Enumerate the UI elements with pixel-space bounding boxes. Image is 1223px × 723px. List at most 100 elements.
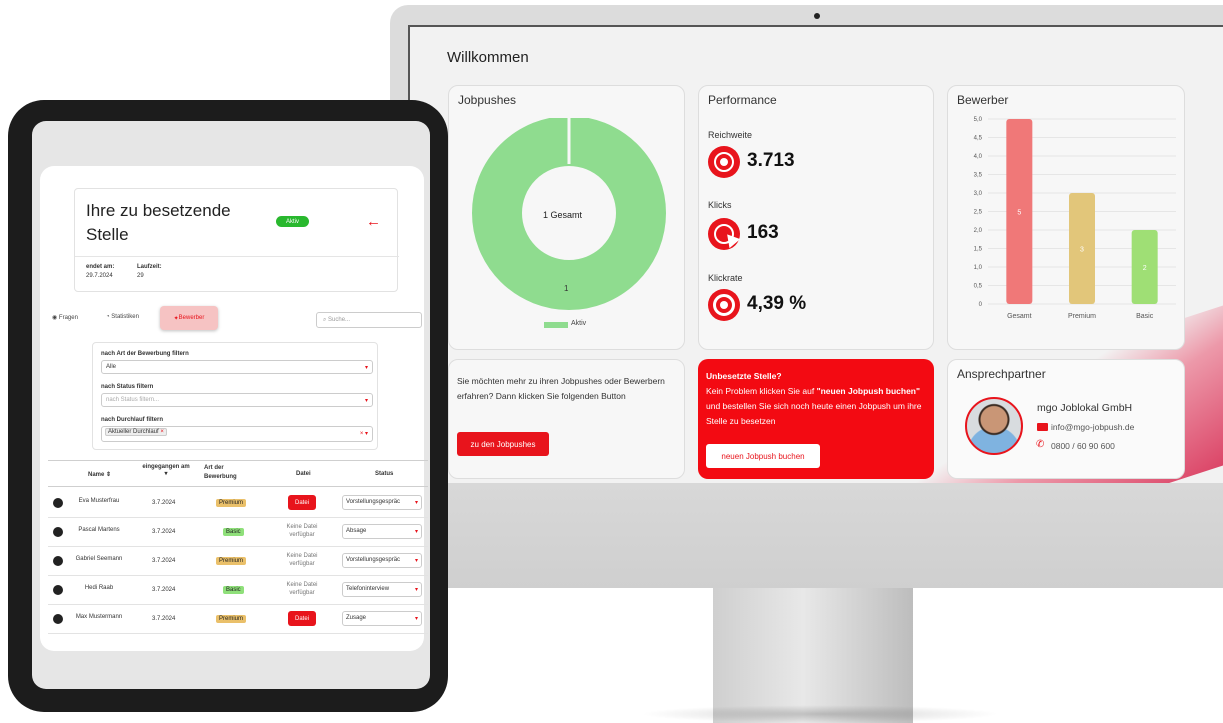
monitor-chin [390,483,1223,588]
divider [75,256,399,257]
row-divider [48,633,428,634]
y-tick-label: 1,5 [974,247,983,253]
status-select[interactable]: Zusage ▾ [342,611,422,626]
contact-phone[interactable]: 0800 / 60 90 600 [1051,441,1115,451]
runtime-label: Laufzeit: [137,264,162,270]
bar-value-label: 5 [1017,210,1021,217]
no-file-text: Keine Datei verfügbar [286,524,318,538]
y-tick-label: 4,5 [974,136,983,142]
search-placeholder: Suche... [328,317,351,323]
application-type-badge: Premium [216,499,247,507]
status-select[interactable]: Vorstellungsgespräc ▾ [342,553,422,568]
tab-statistiken[interactable]: ◔ Statistiken [106,314,139,320]
chevron-down-icon: ▾ [364,398,368,404]
card-title: Jobpushes [458,93,517,107]
application-type-badge: Premium [216,615,247,623]
filter-status-select[interactable]: nach Status filtern... ▾ [101,393,373,407]
search-input[interactable]: ⌕ Suche... [316,312,422,328]
received-date: 3.7.2024 [152,558,176,564]
filter-run-label: nach Durchlauf filtern [101,417,164,423]
info-text: Sie möchten mehr zu ihren Jobpushes oder… [457,376,665,401]
ends-value: 29.7.2024 [86,273,113,279]
filter-panel: nach Art der Bewerbung filtern Alle ▾ nac… [92,342,378,450]
applicants-bar-chart: 0 0,5 1,0 1,5 2,0 2,5 3,0 3,5 4,0 4,5 5,0 5 Gesamt 3 P… [974,117,1176,320]
table-row[interactable]: Pascal Martens 3.7.2024 Basic Keine Datei v… [40,518,428,547]
col-status: Status [375,471,394,477]
clear-chevron-icon: × ▾ [359,431,368,437]
status-value: Vorstellungsgespräc [346,499,401,505]
chevron-down-icon: ▾ [414,558,418,564]
table-row[interactable]: Gabriel Seemann 3.7.2024 Premium Keine Date… [40,547,428,576]
col-name[interactable]: Name ⇕ [88,471,111,478]
click-cursor-icon [708,218,741,250]
ends-label: endet am: [86,264,115,270]
tab-label: Statistiken [111,314,139,320]
mail-icon [1037,423,1048,431]
filter-status-label: nach Status filtern [101,384,154,390]
target-icon [708,289,740,321]
contact-avatar [965,397,1023,455]
col-date[interactable]: eingegangen am ▾ [137,464,195,477]
file-button[interactable]: Datei [288,611,316,626]
donut-center-label: 1 Gesamt [543,210,583,220]
status-value: Absage [346,528,367,534]
chip-remove-icon[interactable]: × [160,429,164,435]
back-arrow-icon[interactable]: ← [366,213,381,230]
jobpushes-card: Jobpushes 1 Gesamt 1 Aktiv [448,85,685,350]
status-select[interactable]: Telefoninterview ▾ [342,582,422,597]
legend-swatch [544,322,568,328]
tablet-frame: Ihre zu besetzende Stelle Aktiv ← endet … [8,100,448,712]
col-date-label: eingegangen am [142,464,190,470]
rate-value: 4,39 % [747,293,807,314]
filter-type-select[interactable]: Alle ▾ [101,360,373,374]
y-tick-label: 3,0 [974,191,983,197]
promo-text-part: Kein Problem klicken Sie auf [706,386,817,396]
no-file-text: Keine Datei verfügbar [286,553,318,567]
job-detail-panel: Ihre zu besetzende Stelle Aktiv ← endet … [40,166,428,651]
chevron-down-icon: ▾ [364,365,368,371]
received-date: 3.7.2024 [152,529,176,535]
y-tick-label: 1,0 [974,265,983,271]
job-title-line2: Stelle [86,225,129,244]
application-type-badge: Basic [223,528,244,536]
chevron-down-icon: ▾ [414,616,418,622]
y-tick-label: 2,5 [974,210,983,216]
applicant-name: Gabriel Seemann [75,556,123,562]
jobpushes-button[interactable]: zu den Jobpushes [457,432,549,456]
bar-value-label: 3 [1080,247,1084,254]
tab-fragen[interactable]: ◉ Fragen [52,314,78,321]
col-type: Art der Bewerbung [204,465,237,480]
y-tick-label: 5,0 [974,117,983,123]
y-tick-label: 0 [979,302,983,308]
filter-type-label: nach Art der Bewerbung filtern [101,351,189,357]
monitor-frame: Willkommen Jobpushes 1 Gesamt 1 Aktiv Pe… [390,5,1223,505]
y-tick-label: 3,5 [974,173,983,179]
table-row[interactable]: Eva Musterfrau 3.7.2024 Premium Datei Vorste… [40,489,428,518]
file-button[interactable]: Datei [288,495,316,510]
status-select[interactable]: Absage ▾ [342,524,422,539]
tab-bewerber[interactable]: ✦ Bewerber [160,306,218,330]
status-select[interactable]: Vorstellungsgespräc ▾ [342,495,422,510]
status-value: Vorstellungsgespräc [346,557,401,563]
info-card: Sie möchten mehr zu ihren Jobpushes oder… [448,359,685,479]
filter-run-select[interactable]: Aktueller Durchlauf × × ▾ [101,426,373,442]
y-tick-label: 0,5 [974,284,983,290]
x-tick-label: Gesamt [1007,313,1032,320]
table-row[interactable]: Max Mustermann 3.7.2024 Premium Datei Zusage… [40,605,428,634]
contact-email[interactable]: info@mgo-jobpush.de [1051,422,1134,432]
promo-title: Unbesetzte Stelle? [706,371,782,381]
runtime-value: 29 [137,273,144,279]
select-placeholder: nach Status filtern... [106,397,160,403]
tablet-screen: Ihre zu besetzende Stelle Aktiv ← endet … [32,121,430,689]
received-date: 3.7.2024 [152,587,176,593]
page-title: Willkommen [447,49,529,66]
book-jobpush-button[interactable]: neuen Jobpush buchen [706,444,820,468]
applicant-name: Hedi Raab [84,585,114,591]
application-type-badge: Premium [216,557,247,565]
legend-label[interactable]: Aktiv [571,320,586,327]
table-row[interactable]: Hedi Raab 3.7.2024 Basic Keine Datei verfüg… [40,576,428,605]
y-tick-label: 4,0 [974,154,983,160]
no-file-text: Keine Datei verfügbar [286,582,318,596]
status-value: Telefoninterview [346,586,390,592]
promo-text: Kein Problem klicken Sie auf "neuen Jobp… [706,384,928,429]
